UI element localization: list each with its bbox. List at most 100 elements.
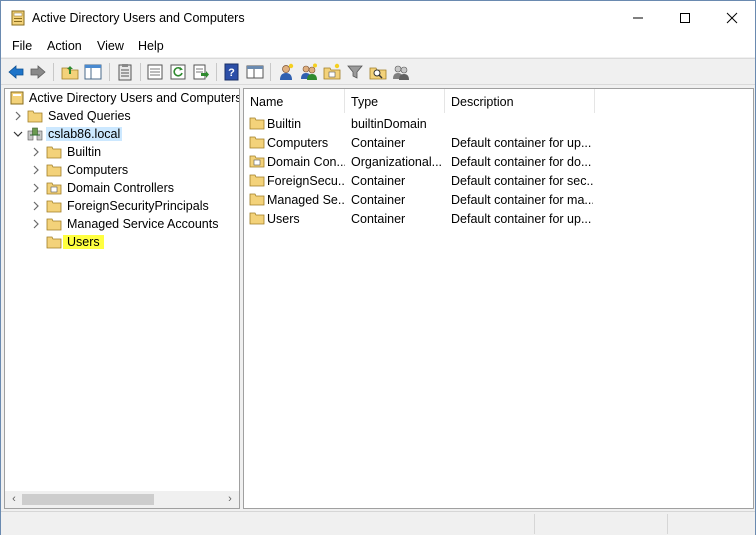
app-icon	[11, 10, 25, 26]
menu-action[interactable]: Action	[47, 39, 82, 53]
back-icon[interactable]	[7, 63, 25, 81]
tree-item-builtin[interactable]: Builtin	[5, 143, 239, 161]
tree-item-domain-controllers[interactable]: Domain Controllers	[5, 179, 239, 197]
scroll-left-icon[interactable]: ‹	[8, 493, 20, 506]
tree-item-saved-queries[interactable]: Saved Queries	[5, 107, 239, 125]
list-row[interactable]: ForeignSecu... Container Default contain…	[244, 171, 753, 190]
tree-item-foreign-security-principals[interactable]: ForeignSecurityPrincipals	[5, 197, 239, 215]
folder-icon	[249, 136, 265, 149]
find-icon[interactable]	[369, 63, 387, 81]
forward-icon[interactable]	[29, 63, 47, 81]
properties-icon[interactable]	[146, 63, 164, 81]
adusers-window: Active Directory Users and Computers Fil…	[0, 0, 756, 535]
folder-icon	[46, 218, 62, 231]
chevron-down-icon[interactable]	[13, 129, 23, 139]
list-row[interactable]: Domain Con... Organizational... Default …	[244, 152, 753, 171]
toolbar-separator	[140, 63, 141, 81]
list-row[interactable]: Computers Container Default container fo…	[244, 133, 753, 152]
list-row[interactable]: Managed Se... Container Default containe…	[244, 190, 753, 209]
cell-description: Default container for up...	[451, 136, 592, 150]
menu-view[interactable]: View	[97, 39, 124, 53]
help-icon[interactable]: ?	[223, 63, 241, 81]
cell-type: Organizational...	[351, 155, 443, 169]
tree-item-label: cslab86.local	[46, 127, 123, 141]
menu-help[interactable]: Help	[138, 39, 164, 53]
tree-item-managed-service-accounts[interactable]: Managed Service Accounts	[5, 215, 239, 233]
tree-item-users[interactable]: Users	[5, 233, 239, 251]
export-list-icon[interactable]	[192, 63, 210, 81]
cell-name: ForeignSecu...	[267, 174, 345, 188]
list-pane[interactable]: Name Type Description Builtin builtinDom…	[243, 88, 754, 509]
menu-file[interactable]: File	[12, 39, 32, 53]
scrollbar-thumb[interactable]	[22, 494, 154, 505]
up-folder-icon[interactable]	[61, 63, 79, 81]
new-ou-icon[interactable]	[323, 63, 341, 81]
chevron-right-icon[interactable]	[31, 219, 41, 229]
add-to-group-icon[interactable]	[392, 63, 410, 81]
list-row[interactable]: Users Container Default container for up…	[244, 209, 753, 228]
minimize-button[interactable]	[615, 1, 661, 35]
cell-type: Container	[351, 174, 406, 188]
chevron-right-icon[interactable]	[31, 183, 41, 193]
cell-name: Domain Con...	[267, 155, 345, 169]
tree-item-domain[interactable]: cslab86.local	[5, 125, 239, 143]
tree-item-label: Builtin	[67, 145, 102, 159]
maximize-icon	[680, 13, 690, 23]
toolbar-separator	[216, 63, 217, 81]
status-divider	[667, 514, 668, 534]
folder-icon	[46, 146, 62, 159]
status-bar	[1, 511, 755, 535]
cell-type: Container	[351, 136, 406, 150]
tree-root[interactable]: Active Directory Users and Computers [\	[5, 89, 239, 107]
cell-type: Container	[351, 193, 406, 207]
cell-description: Default container for do...	[451, 155, 592, 169]
column-header-type[interactable]: Type	[345, 89, 445, 113]
filter-icon[interactable]	[346, 63, 364, 81]
maximize-button[interactable]	[662, 1, 708, 35]
view-icon[interactable]	[246, 63, 264, 81]
chevron-right-icon[interactable]	[13, 111, 23, 121]
tree-item-label: Domain Controllers	[67, 181, 174, 195]
cell-name: Managed Se...	[267, 193, 345, 207]
tree-pane[interactable]: Active Directory Users and Computers [\ …	[4, 88, 240, 509]
tree-item-label: Managed Service Accounts	[67, 217, 219, 231]
cell-description: Default container for sec...	[451, 174, 593, 188]
tree-item-label: Saved Queries	[48, 109, 131, 123]
ou-folder-icon	[46, 182, 62, 195]
show-hide-tree-icon[interactable]	[84, 63, 102, 81]
chevron-right-icon[interactable]	[31, 201, 41, 211]
tree-item-computers[interactable]: Computers	[5, 161, 239, 179]
cell-description: Default container for ma...	[451, 193, 593, 207]
folder-icon	[249, 117, 265, 130]
new-user-icon[interactable]	[277, 63, 295, 81]
toolbar: ?	[1, 58, 755, 85]
column-header-name[interactable]: Name	[244, 89, 345, 113]
cell-type: Container	[351, 212, 406, 226]
folder-icon	[27, 110, 43, 123]
window-title: Active Directory Users and Computers	[32, 11, 245, 25]
folder-icon	[249, 212, 265, 225]
chevron-right-icon[interactable]	[31, 165, 41, 175]
close-button[interactable]	[709, 1, 755, 35]
svg-text:?: ?	[228, 67, 235, 79]
chevron-right-icon[interactable]	[31, 147, 41, 157]
new-group-icon[interactable]	[300, 63, 318, 81]
cell-name: Computers	[267, 136, 329, 150]
folder-icon	[46, 236, 62, 249]
cell-type: builtinDomain	[351, 117, 427, 131]
ou-folder-icon	[249, 155, 265, 168]
cell-name: Builtin	[267, 117, 302, 131]
tree-item-label: Users	[63, 235, 104, 249]
refresh-icon[interactable]	[169, 63, 187, 81]
column-header-description[interactable]: Description	[445, 89, 595, 113]
toolbar-separator	[109, 63, 110, 81]
tree-item-label: ForeignSecurityPrincipals	[67, 199, 209, 213]
toolbar-separator	[53, 63, 54, 81]
clipboard-icon[interactable]	[116, 63, 134, 81]
scroll-right-icon[interactable]: ›	[224, 493, 236, 506]
title-bar[interactable]: Active Directory Users and Computers	[1, 1, 755, 35]
list-row[interactable]: Builtin builtinDomain	[244, 114, 753, 133]
tree-item-label: Computers	[67, 163, 129, 177]
cell-description: Default container for up...	[451, 212, 592, 226]
tree-horizontal-scrollbar[interactable]: ‹ ›	[5, 491, 239, 508]
